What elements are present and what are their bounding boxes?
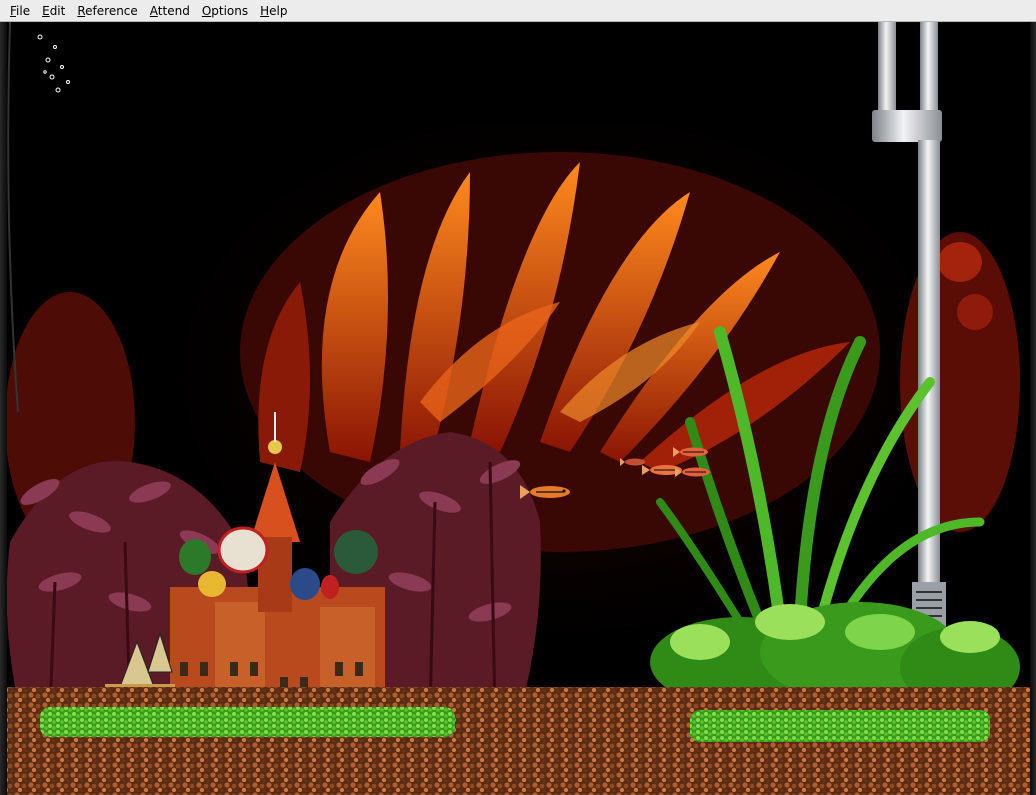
menu-options[interactable]: Options (196, 0, 254, 22)
tank-frame-left (0, 22, 7, 795)
menu-file-label: File (10, 3, 31, 18)
menu-help-label: Help (260, 3, 288, 18)
menu-help[interactable]: Help (254, 0, 293, 22)
menu-edit[interactable]: Edit (36, 0, 71, 22)
menu-reference-label: Reference (77, 3, 138, 18)
tank-frame-right (1030, 22, 1036, 795)
menu-bar: File Edit Reference Attend Options Help (0, 0, 1036, 22)
menu-attend[interactable]: Attend (144, 0, 196, 22)
menu-edit-label: Edit (42, 3, 66, 18)
aquarium-canvas[interactable] (0, 22, 1036, 795)
menu-attend-label: Attend (149, 3, 190, 18)
aquarium-scene (0, 22, 1036, 795)
menu-file[interactable]: File (4, 0, 36, 22)
menu-options-label: Options (201, 3, 249, 18)
menu-reference[interactable]: Reference (71, 0, 143, 22)
